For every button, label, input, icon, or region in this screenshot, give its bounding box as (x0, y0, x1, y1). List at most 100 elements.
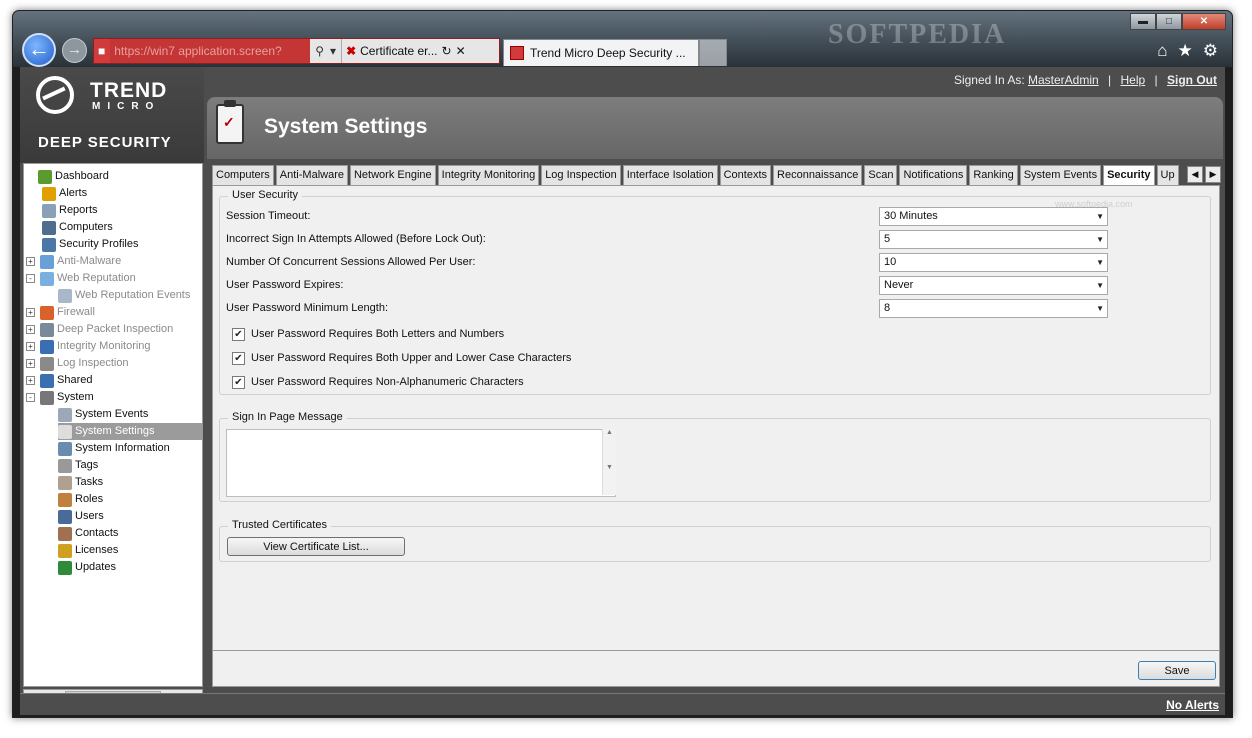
sidebar-item-deep-packet-inspection[interactable]: + Deep Packet Inspection (26, 321, 173, 338)
chevron-down-icon: ▼ (1096, 235, 1104, 244)
sidebar-item-web-reputation-events[interactable]: Web Reputation Events (58, 287, 190, 304)
sidebar-item-roles[interactable]: Roles (58, 491, 103, 508)
tab-scroll-right-icon[interactable]: ▶ (1205, 166, 1221, 183)
tab-notifications[interactable]: Notifications (899, 165, 968, 185)
refresh-icon[interactable]: ↻ (442, 44, 452, 58)
sidebar-item-firewall[interactable]: + Firewall (26, 304, 95, 321)
sidebar-item-label: Anti-Malware (57, 255, 122, 267)
sidebar-item-label: Deep Packet Inspection (57, 323, 174, 335)
tab-network-engine[interactable]: Network Engine (349, 165, 436, 185)
sidebar-item-contacts[interactable]: Contacts (58, 525, 118, 542)
tab-contexts[interactable]: Contexts (719, 165, 772, 185)
new-tab-button[interactable] (699, 39, 727, 66)
expand-icon[interactable]: + (26, 342, 35, 351)
sidebar-item-system[interactable]: - System (26, 389, 94, 406)
checkbox[interactable]: ✔ (232, 375, 245, 389)
sidebar-item-label: Dashboard (55, 170, 109, 182)
checkbox-row[interactable]: ✔ User Password Requires Both Letters and… (232, 326, 504, 342)
back-icon[interactable]: ← (22, 33, 56, 67)
expand-icon[interactable]: + (26, 325, 35, 334)
view-certificate-list-button[interactable]: View Certificate List... (227, 537, 405, 556)
update-icon (58, 560, 72, 575)
sidebar-item-licenses[interactable]: Licenses (58, 542, 118, 559)
log-icon (40, 356, 54, 371)
tab-reconnaissance[interactable]: Reconnaissance (773, 165, 863, 185)
browser-tab-active[interactable]: Trend Micro Deep Security ... (503, 39, 699, 66)
minimize-icon[interactable]: ▬ (1130, 13, 1156, 30)
no-alerts-link[interactable]: No Alerts (1166, 698, 1219, 712)
sidebar-item-shared[interactable]: + Shared (26, 372, 92, 389)
search-icon[interactable]: ⚲ (315, 44, 324, 58)
tab-up[interactable]: Up (1156, 165, 1179, 185)
address-bar[interactable]: ■ https://win7 application.screen? ⚲ ▾ ✖ … (93, 38, 500, 64)
forward-icon[interactable]: → (62, 38, 87, 63)
tab-security[interactable]: Security (1103, 165, 1155, 185)
tab-integrity-monitoring[interactable]: Integrity Monitoring (437, 165, 540, 185)
sidebar-item-system-settings[interactable]: System Settings (58, 423, 202, 440)
maximize-icon[interactable]: □ (1156, 13, 1182, 30)
expand-icon[interactable]: + (26, 308, 35, 317)
trusted-certificates-legend: Trusted Certificates (228, 519, 331, 531)
sidebar-item-label: System (57, 391, 94, 403)
setting-select[interactable]: Never ▼ (879, 276, 1108, 295)
setting-select[interactable]: 8 ▼ (879, 299, 1108, 318)
tab-interface-isolation[interactable]: Interface Isolation (622, 165, 718, 185)
home-icon[interactable]: ⌂ (1157, 41, 1167, 61)
dropdown-icon[interactable]: ▾ (330, 44, 336, 58)
setting-select[interactable]: 10 ▼ (879, 253, 1108, 272)
trusted-certificates-group: Trusted Certificates View Certificate Li… (219, 519, 1211, 562)
tab-system-events[interactable]: System Events (1019, 165, 1102, 185)
setting-select[interactable]: 30 Minutes ▼ (879, 207, 1108, 226)
save-button[interactable]: Save (1138, 661, 1216, 680)
address-url[interactable]: https://win7 application.screen? (110, 39, 311, 63)
sidebar-item-alerts[interactable]: Alerts (42, 185, 87, 202)
sidebar-item-computers[interactable]: Computers (42, 219, 113, 236)
checkbox-row[interactable]: ✔ User Password Requires Non-Alphanumeric… (232, 374, 524, 390)
sidebar-item-system-events[interactable]: System Events (58, 406, 148, 423)
tab-anti-malware[interactable]: Anti-Malware (275, 165, 348, 185)
sidebar-item-updates[interactable]: Updates (58, 559, 116, 576)
sidebar-item-anti-malware[interactable]: + Anti-Malware (26, 253, 121, 270)
shared-icon (40, 373, 54, 388)
sign-out-link[interactable]: Sign Out (1167, 73, 1217, 87)
sidebar-item-security-profiles[interactable]: Security Profiles (42, 236, 138, 253)
sidebar-item-label: Reports (59, 204, 98, 216)
collapse-icon[interactable]: - (26, 274, 35, 283)
sidebar-item-web-reputation[interactable]: - Web Reputation (26, 270, 136, 287)
tab-log-inspection[interactable]: Log Inspection (541, 165, 621, 185)
tab-ranking[interactable]: Ranking (969, 165, 1018, 185)
firewall-icon (40, 305, 54, 320)
checkbox[interactable]: ✔ (232, 351, 245, 365)
sidebar-item-log-inspection[interactable]: + Log Inspection (26, 355, 129, 372)
tab-scroll-left-icon[interactable]: ◀ (1187, 166, 1203, 183)
sidebar-item-tags[interactable]: Tags (58, 457, 98, 474)
textarea-scrollbar[interactable]: ▲ ▼ (602, 429, 616, 495)
collapse-icon[interactable]: - (26, 393, 35, 402)
events-icon (58, 407, 72, 422)
gear-icon[interactable]: ⚙ (1203, 41, 1218, 61)
signed-in-user-link[interactable]: MasterAdmin (1028, 73, 1099, 87)
sidebar-item-tasks[interactable]: Tasks (58, 474, 103, 491)
certificate-error-tab[interactable]: ✖ Certificate er... ↻ ✕ (341, 39, 466, 63)
checkbox-row[interactable]: ✔ User Password Requires Both Upper and L… (232, 350, 571, 366)
sidebar-item-users[interactable]: Users (58, 508, 104, 525)
expand-icon[interactable]: + (26, 359, 35, 368)
user-icon (58, 509, 72, 524)
sidebar-item-system-information[interactable]: System Information (58, 440, 170, 457)
tab-computers[interactable]: Computers (212, 165, 274, 185)
expand-icon[interactable]: + (26, 257, 35, 266)
tab-scan[interactable]: Scan (864, 165, 898, 185)
setting-select[interactable]: 5 ▼ (879, 230, 1108, 249)
clipboard-icon (58, 424, 72, 439)
security-panel: User Security www.softpedia.com Session … (212, 185, 1220, 651)
sidebar-item-integrity-monitoring[interactable]: + Integrity Monitoring (26, 338, 151, 355)
certificate-warning-icon[interactable]: ■ (94, 39, 111, 63)
sidebar-item-reports[interactable]: Reports (42, 202, 98, 219)
favorites-star-icon[interactable]: ★ (1178, 41, 1193, 61)
expand-icon[interactable]: + (26, 376, 35, 385)
checkbox[interactable]: ✔ (232, 327, 245, 341)
stop-icon[interactable]: ✕ (456, 44, 466, 58)
close-icon[interactable]: ✕ (1182, 13, 1226, 30)
help-link[interactable]: Help (1121, 73, 1146, 87)
sidebar-item-dashboard[interactable]: Dashboard (38, 168, 109, 185)
